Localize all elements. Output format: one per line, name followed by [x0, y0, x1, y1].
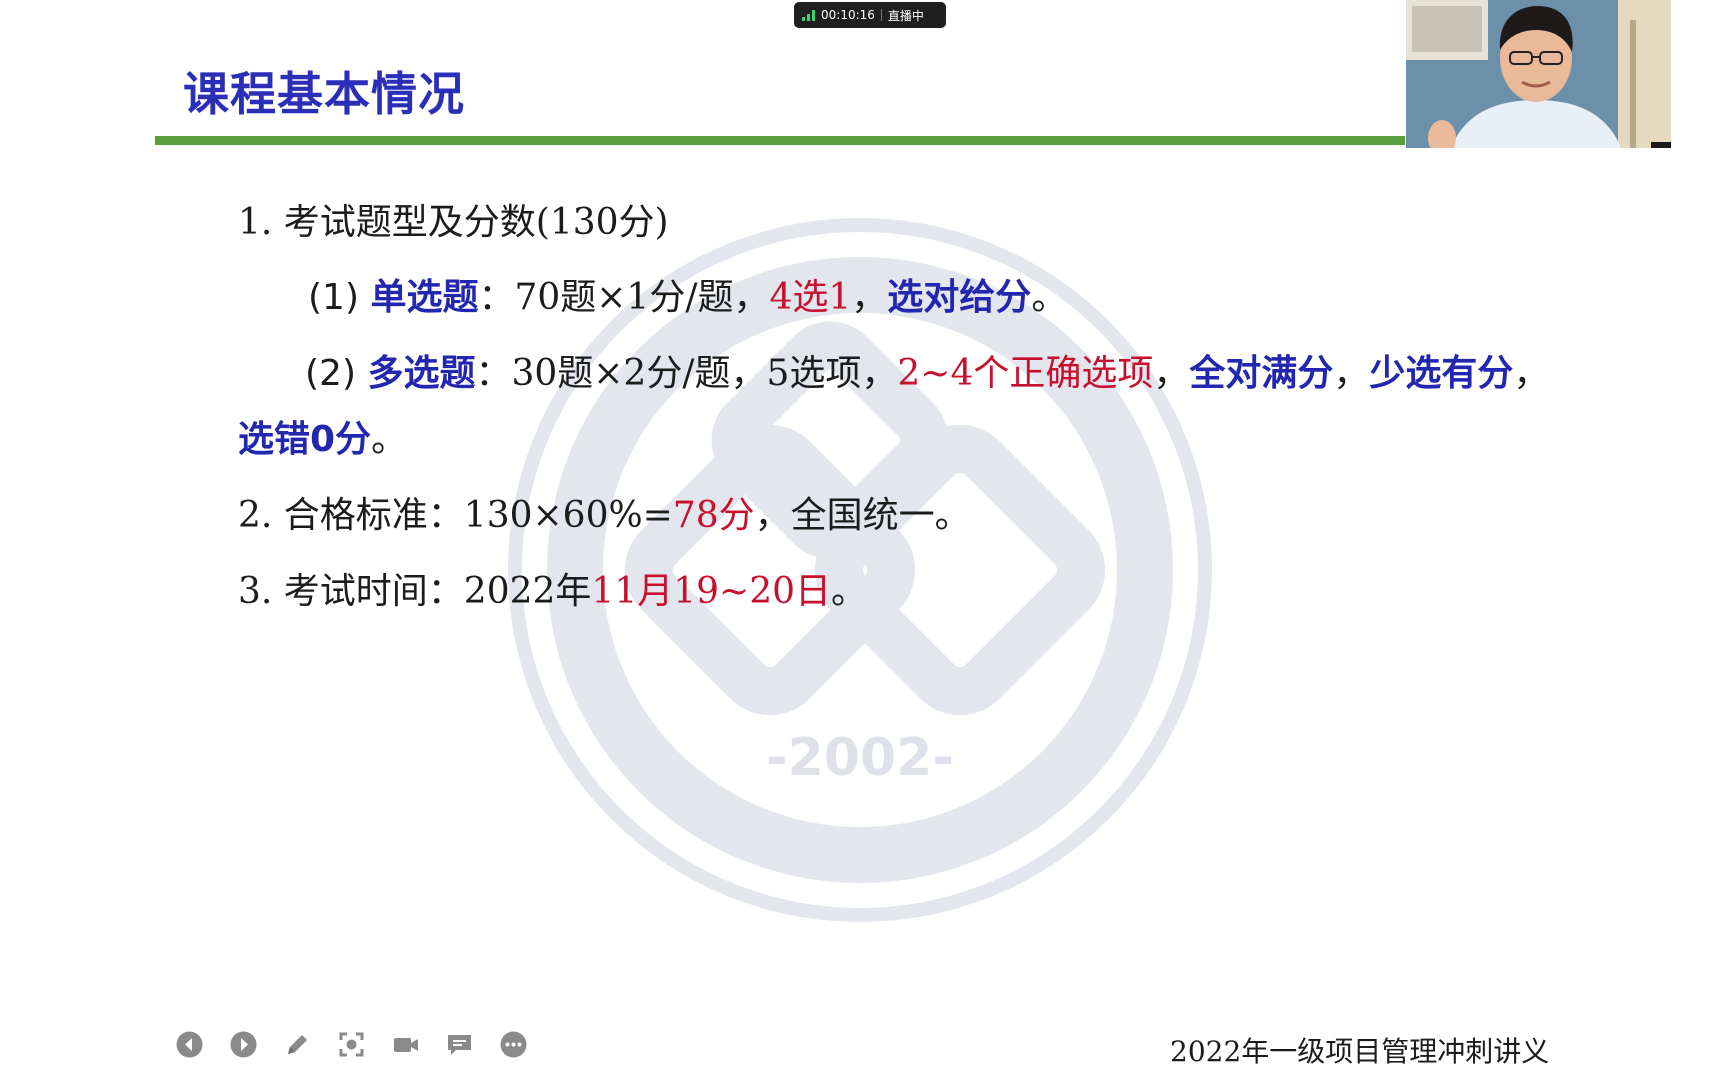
more-button[interactable]	[499, 1030, 528, 1059]
presenter-video-frame	[1406, 0, 1671, 148]
live-time: 00:10:16	[821, 8, 875, 22]
signal-icon	[802, 9, 815, 21]
camera-button[interactable]	[391, 1030, 420, 1059]
next-icon	[230, 1031, 257, 1057]
pen-button[interactable]	[283, 1030, 312, 1059]
camera-icon	[394, 1037, 418, 1052]
live-status-pill: 00:10:16 直播中	[794, 2, 946, 28]
passing-standard-label: 2. 合格标准：130×60%=	[238, 495, 673, 536]
watermark-year: -2002-	[766, 728, 954, 788]
live-status-label: 直播中	[887, 8, 924, 23]
prev-icon	[176, 1031, 203, 1057]
separator: ，	[1513, 353, 1550, 394]
exam-date-line: 3. 考试时间：2022年11月19~20日。	[238, 574, 867, 610]
presenter-webcam[interactable]	[1406, 0, 1671, 148]
multiple-choice-options: 2~4个正确选项	[897, 353, 1154, 394]
exam-format-heading: 1. 考试题型及分数(130分)	[238, 202, 669, 243]
next-slide-button[interactable]	[229, 1030, 258, 1059]
item-number: (2)	[305, 353, 368, 394]
prev-slide-button[interactable]	[175, 1030, 204, 1059]
single-choice-detail: ：70题×1分/题，	[478, 277, 770, 318]
divider	[880, 9, 882, 21]
slide-stage: 00:10:16 直播中 -2002- 课程基本情况 1. 考试题型及分数(13…	[0, 0, 1728, 1080]
separator: ，	[1333, 353, 1370, 394]
multiple-choice-line: (2) 多选题：30题×2分/题，5选项，2~4个正确选项，全对满分，少选有分，	[305, 356, 1549, 392]
wrong-answer-rule: 选错0分	[238, 419, 372, 460]
multiple-choice-detail: ：30题×2分/题，5选项，	[475, 353, 898, 394]
single-choice-options: 4选1	[769, 277, 852, 318]
more-icon	[500, 1031, 527, 1057]
single-choice-line: (1) 单选题：70题×1分/题，4选1，选对给分。	[308, 280, 1067, 316]
watermark-logo: -2002-	[508, 218, 1212, 922]
separator: ，	[851, 277, 888, 318]
partial-score-rule: 少选有分	[1369, 353, 1514, 394]
period: 。	[1031, 277, 1068, 318]
single-choice-scoring: 选对给分	[887, 277, 1032, 318]
comment-icon	[448, 1034, 471, 1055]
multiple-choice-term: 多选题	[367, 353, 476, 394]
slide-title: 课程基本情况	[183, 67, 465, 121]
screenshot-icon	[339, 1032, 364, 1056]
passing-standard-note: ，全国统一。	[754, 495, 971, 536]
single-choice-term: 单选题	[370, 277, 479, 318]
separator: ，	[1153, 353, 1190, 394]
title-rule	[155, 136, 1405, 145]
passing-score: 78分	[672, 495, 755, 536]
comment-button[interactable]	[445, 1030, 474, 1059]
item-number: (1)	[308, 277, 371, 318]
exam-date-label: 3. 考试时间：2022年	[238, 571, 592, 612]
screenshot-button[interactable]	[337, 1030, 366, 1059]
period: 。	[371, 419, 408, 460]
full-score-rule: 全对满分	[1189, 353, 1334, 394]
period: 。	[831, 571, 868, 612]
wrong-answer-line: 选错0分。	[238, 422, 407, 458]
slide-footer: 2022年一级项目管理冲刺讲义	[1170, 1035, 1550, 1068]
exam-date-value: 11月19~20日	[591, 571, 832, 612]
pen-icon	[288, 1034, 307, 1054]
presentation-toolbar	[175, 1029, 528, 1059]
passing-standard-line: 2. 合格标准：130×60%=78分，全国统一。	[238, 498, 971, 534]
